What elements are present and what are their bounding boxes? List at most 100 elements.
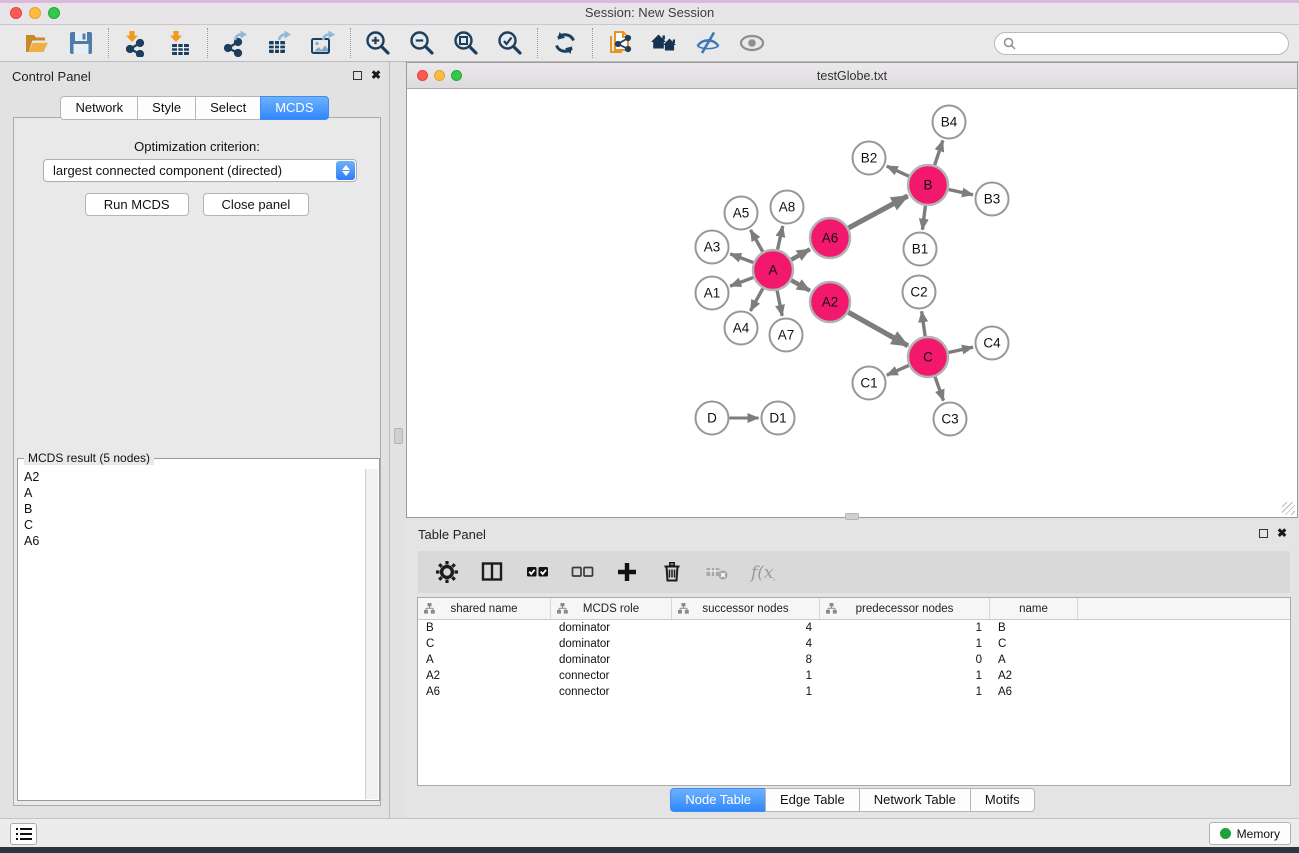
zoom-selected-button[interactable] [494,27,526,59]
select-all-checkboxes-button[interactable] [522,557,552,587]
svg-text:A2: A2 [822,295,839,310]
table-cell: B [990,622,1078,634]
show-column-pane-button[interactable] [477,557,507,587]
table-row[interactable]: A2connector11A2 [418,668,1290,684]
float-table-panel-icon[interactable] [1259,529,1268,538]
mcds-result-item[interactable]: C [19,517,364,533]
save-file-button[interactable] [65,27,97,59]
node-A[interactable]: A [753,250,793,290]
zoom-fit-button[interactable] [450,27,482,59]
window-resize-grip[interactable] [1282,502,1295,515]
edge-C-C2 [922,311,925,336]
node-A5[interactable]: A5 [725,197,758,230]
column-header-name[interactable]: name [990,598,1078,619]
refresh-button[interactable] [549,27,581,59]
tab-node-table[interactable]: Node Table [670,788,766,812]
control-panel-header: Control Panel ✖ [0,62,389,90]
svg-text:D: D [707,411,717,426]
node-A1[interactable]: A1 [696,277,729,310]
mcds-result-item[interactable]: A2 [19,469,364,485]
zoom-in-button[interactable] [362,27,394,59]
node-A2[interactable]: A2 [810,282,850,322]
close-panel-icon[interactable]: ✖ [371,69,381,81]
svg-text:C3: C3 [941,412,958,427]
table-row[interactable]: Adominator80A [418,652,1290,668]
vertical-divider-handle[interactable] [394,428,403,444]
settings-gear-button[interactable] [432,557,462,587]
export-image-button[interactable] [307,27,339,59]
zoom-out-button[interactable] [406,27,438,59]
node-C3[interactable]: C3 [934,403,967,436]
edge-C-C1 [887,365,909,375]
table-toolbar: f(x) [418,551,1290,593]
criterion-dropdown[interactable]: largest connected component (directed) [43,159,357,182]
node-B[interactable]: B [908,165,948,205]
task-history-button[interactable] [10,823,37,845]
delete-trash-button[interactable] [657,557,687,587]
node-A3[interactable]: A3 [696,231,729,264]
mcds-result-list[interactable]: A2ABCA6 [19,469,364,799]
node-B2[interactable]: B2 [853,142,886,175]
table-row[interactable]: Cdominator41C [418,636,1290,652]
tab-network[interactable]: Network [60,96,138,120]
home-button[interactable] [648,27,680,59]
node-B3[interactable]: B3 [976,183,1009,216]
add-column-icon [614,559,640,585]
svg-text:A6: A6 [822,231,839,246]
show-graphics-details-icon [738,29,766,57]
unselect-all-checkboxes-button[interactable] [567,557,597,587]
import-table-button[interactable] [164,27,196,59]
open-folder-button[interactable] [21,27,53,59]
edge-C-C3 [935,377,943,401]
memory-button[interactable]: Memory [1209,822,1291,845]
search-input[interactable] [994,32,1289,55]
export-table-button[interactable] [263,27,295,59]
mcds-result-item[interactable]: B [19,501,364,517]
node-C4[interactable]: C4 [976,327,1009,360]
node-A7[interactable]: A7 [770,319,803,352]
column-type-icon [678,603,689,617]
table-cell: C [990,638,1078,650]
node-A4[interactable]: A4 [725,312,758,345]
close-panel-button[interactable]: Close panel [203,193,310,216]
column-header-MCDS-role[interactable]: MCDS role [551,598,672,619]
tab-network-table[interactable]: Network Table [859,788,971,812]
node-A6[interactable]: A6 [810,218,850,258]
mcds-result-item[interactable]: A [19,485,364,501]
table-cell: 1 [820,686,990,698]
node-D[interactable]: D [696,402,729,435]
column-header-successor-nodes[interactable]: successor nodes [672,598,820,619]
column-header-shared-name[interactable]: shared name [418,598,551,619]
tab-motifs[interactable]: Motifs [970,788,1035,812]
node-C[interactable]: C [908,337,948,377]
export-network-button[interactable] [219,27,251,59]
tab-mcds[interactable]: MCDS [260,96,328,120]
table-row[interactable]: Bdominator41B [418,620,1290,636]
main-toolbar [0,25,1299,62]
tab-style[interactable]: Style [137,96,196,120]
new-session-from-network-button[interactable] [604,27,636,59]
export-network-icon [221,29,249,57]
float-panel-icon[interactable] [353,71,362,80]
show-graphics-details-button[interactable] [736,27,768,59]
node-C1[interactable]: C1 [853,367,886,400]
mcds-list-scrollbar[interactable] [365,469,378,799]
mcds-result-item[interactable]: A6 [19,533,364,549]
tab-select[interactable]: Select [195,96,261,120]
node-A8[interactable]: A8 [771,191,804,224]
tab-edge-table[interactable]: Edge Table [765,788,860,812]
horizontal-divider-handle[interactable] [845,513,859,520]
node-B1[interactable]: B1 [904,233,937,266]
node-B4[interactable]: B4 [933,106,966,139]
titlebar-accent [0,0,1299,3]
import-network-button[interactable] [120,27,152,59]
network-canvas[interactable]: A A1 A2 A3 A4 A5 A6 A7 A8 B B1 B2 B3 B4 C C1 C2 C3 C4 D D1 [407,89,1297,517]
node-C2[interactable]: C2 [903,276,936,309]
hide-unhide-button[interactable] [692,27,724,59]
add-column-button[interactable] [612,557,642,587]
node-D1[interactable]: D1 [762,402,795,435]
run-mcds-button[interactable]: Run MCDS [85,193,189,216]
close-table-panel-icon[interactable]: ✖ [1277,527,1287,539]
table-row[interactable]: A6connector11A6 [418,684,1290,700]
column-header-predecessor-nodes[interactable]: predecessor nodes [820,598,990,619]
